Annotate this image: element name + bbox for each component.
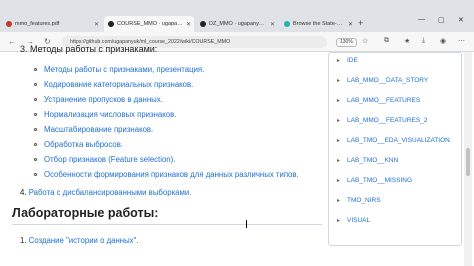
tab-mmo-features[interactable]: mmo_features.pdf ✕	[2, 16, 102, 32]
close-icon[interactable]: ✕	[186, 21, 191, 28]
chevron-right-icon: ▸	[337, 178, 341, 184]
tab-label: mmo_features.pdf	[15, 21, 60, 27]
section-4-item: 4. Работа с дисбалансированными выборкам…	[20, 188, 191, 197]
maximize-icon[interactable]: ▢	[438, 16, 445, 24]
sidebar-item-label: LAB_TMO__EDA_VISUALIZATION	[347, 137, 450, 144]
sidebar-item-ide[interactable]: ▸ IDE	[329, 55, 461, 69]
tab-course-mmo[interactable]: COURSE_MMO · ugapanyuk/ml_cour ✕	[104, 16, 194, 32]
link-data-story[interactable]: Создание "истории о данных".	[29, 236, 139, 245]
link-categorical-encoding[interactable]: Кодирование категориальных признаков.	[44, 80, 193, 89]
bullet-icon	[34, 128, 37, 131]
link-imbalanced[interactable]: Работа с дисбалансированными выборками.	[29, 188, 192, 197]
close-icon[interactable]: ✕	[348, 21, 353, 28]
sidebar-item-label: LAB_TMO__KNN	[347, 157, 399, 164]
chevron-right-icon: ▸	[337, 198, 341, 204]
chevron-right-icon: ▸	[337, 218, 341, 224]
close-icon[interactable]: ✕	[94, 21, 99, 28]
page-scrollbar[interactable]	[464, 52, 472, 266]
tab-papers[interactable]: Browse the State-of-the-Art in M ✕	[280, 16, 356, 32]
sidebar-item-lab-tmo-missing[interactable]: ▸ LAB_TMO__MISSING	[329, 175, 461, 189]
window-close-icon[interactable]: ✕	[458, 16, 464, 24]
lab-1-item: 1. Создание "истории о данных".	[20, 236, 139, 245]
zoom-indicator[interactable]: 130%	[336, 38, 357, 47]
link-missing-values[interactable]: Устранение пропусков в данных.	[44, 95, 163, 104]
sidebar-item-label: TMO_NIRS	[347, 197, 381, 204]
star-icon[interactable]: ☆	[362, 37, 368, 45]
sidebar-item-label: LAB_MMO__FEATURES	[347, 97, 421, 104]
chevron-right-icon: ▸	[337, 118, 341, 124]
close-icon[interactable]: ✕	[270, 21, 275, 28]
bullet-icon	[34, 143, 37, 146]
bullet-icon	[34, 98, 37, 101]
link-scaling[interactable]: Масштабирование признаков.	[44, 125, 153, 134]
link-feature-types[interactable]: Особенности формирования признаков для д…	[44, 170, 299, 179]
sidebar-item-label: IDE	[347, 57, 358, 64]
section-3-title: 3. Методы работы с признаками:	[20, 44, 158, 54]
sidebar-item-lab-tmo-knn[interactable]: ▸ LAB_TMO__KNN	[329, 155, 461, 169]
extensions-icon[interactable]: ⧉	[384, 37, 389, 45]
section-4-number: 4.	[20, 188, 27, 197]
chevron-right-icon: ▸	[337, 58, 341, 64]
bullet-icon	[34, 113, 37, 116]
tab-label: COURSE_MMO · ugapanyuk/ml_cour	[117, 21, 183, 27]
bullet-icon	[34, 173, 37, 176]
scrollbar-thumb[interactable]	[466, 148, 470, 176]
new-tab-icon[interactable]: +	[358, 18, 363, 28]
sidebar-item-visual[interactable]: ▸ VISUAL	[329, 215, 461, 229]
link-feature-selection[interactable]: Отбор признаков (Feature selection).	[44, 155, 175, 164]
tab-dz-mmo[interactable]: DZ_MMO · ugapanyuk/ml_course_ ✕	[196, 16, 278, 32]
pdf-icon	[6, 21, 12, 27]
link-features-presentation[interactable]: Методы работы с признаками, презентация.	[44, 65, 204, 74]
sidebar-item-lab-tmo-eda[interactable]: ▸ LAB_TMO__EDA_VISUALIZATION	[329, 135, 461, 149]
sidebar-item-label: LAB_MMO__FEATURES_2	[347, 117, 428, 124]
chevron-right-icon: ▸	[337, 138, 341, 144]
sidebar-item-label: LAB_TMO__MISSING	[347, 177, 413, 184]
github-icon	[200, 21, 206, 27]
sidebar-item-lab-mmo-data-story[interactable]: ▸ LAB_MMO__DATA_STORY	[329, 75, 461, 89]
lab-1-number: 1.	[20, 236, 27, 245]
profile-icon[interactable]: ◉	[440, 37, 446, 45]
sidebar-item-tmo-nirs[interactable]: ▸ TMO_NIRS	[329, 195, 461, 209]
link-outliers[interactable]: Обработка выбросов.	[44, 140, 123, 149]
menu-icon[interactable]: ⋯	[458, 37, 465, 45]
wiki-pages-sidebar: ▸ IDE ▸ LAB_MMO__DATA_STORY ▸ LAB_MMO__F…	[328, 52, 462, 246]
github-icon	[108, 21, 114, 27]
sidebar-item-lab-mmo-features[interactable]: ▸ LAB_MMO__FEATURES	[329, 95, 461, 109]
chevron-right-icon: ▸	[337, 98, 341, 104]
sidebar-item-label: VISUAL	[347, 217, 371, 224]
bullet-icon	[34, 68, 37, 71]
bullet-icon	[34, 158, 37, 161]
heading-divider	[12, 224, 322, 225]
link-normalization[interactable]: Нормализация числовых признаков.	[44, 110, 176, 119]
labs-heading: Лабораторные работы:	[12, 206, 159, 220]
sidebar-item-lab-mmo-features-2[interactable]: ▸ LAB_MMO__FEATURES_2	[329, 115, 461, 129]
bullet-icon	[34, 83, 37, 86]
tab-label: DZ_MMO · ugapanyuk/ml_course_	[209, 21, 267, 27]
sidebar-item-label: LAB_MMO__DATA_STORY	[347, 77, 429, 84]
papers-icon	[284, 21, 290, 27]
back-icon[interactable]: ←	[8, 37, 16, 46]
chevron-right-icon: ▸	[337, 78, 341, 84]
favorites-icon[interactable]: ★	[404, 37, 410, 45]
mouse-cursor	[246, 220, 251, 228]
chevron-right-icon: ▸	[337, 158, 341, 164]
tab-strip: mmo_features.pdf ✕ COURSE_MMO · ugapanyu…	[0, 0, 474, 32]
download-icon[interactable]: ⤓	[422, 37, 425, 45]
minimize-icon[interactable]: —	[418, 16, 425, 23]
tab-label: Browse the State-of-the-Art in M	[293, 21, 345, 27]
